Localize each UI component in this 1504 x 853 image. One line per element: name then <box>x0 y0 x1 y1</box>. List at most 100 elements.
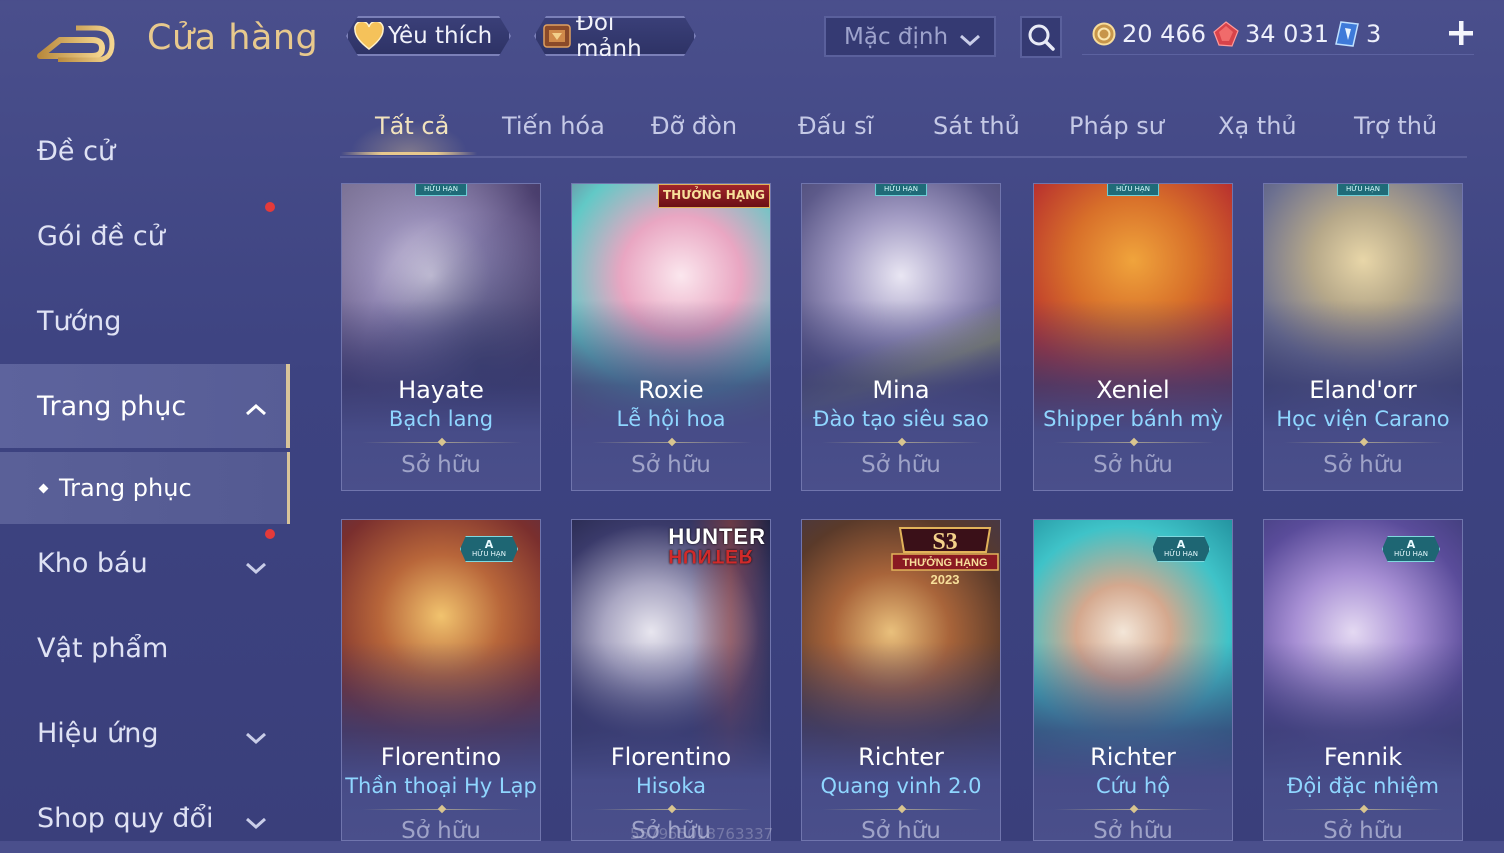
svg-text:S3: S3 <box>932 529 957 555</box>
hero-name: Roxie <box>638 376 704 404</box>
skin-card[interactable]: A HỮU HẠN Fennik Đội đặc nhiệm Sở hữu <box>1263 519 1463 841</box>
voucher-gem-icon <box>1213 21 1239 47</box>
owned-status: Sở hữu <box>631 452 711 478</box>
tab-marksman[interactable]: Xạ thủ <box>1218 112 1297 140</box>
page-title: Cửa hàng <box>147 18 319 58</box>
hero-name: Florentino <box>380 743 502 771</box>
shard-chest-icon <box>542 21 572 51</box>
hero-name: Hayate <box>398 376 484 404</box>
skin-card[interactable]: HUNTER HUNTER Florentino Hisoka Sở hữu <box>571 519 771 841</box>
skin-card[interactable]: S3 THƯỞNG HẠNG 2023 Richter Quang vinh 2… <box>801 519 1001 841</box>
owned-status: Sở hữu <box>401 818 481 841</box>
back-button[interactable] <box>36 22 116 63</box>
sidebar-item-bundles[interactable]: Gói đề cử <box>0 201 290 271</box>
tab-assassin[interactable]: Sát thủ <box>933 112 1020 140</box>
favorite-label: Yêu thích <box>388 23 493 49</box>
currency-divider <box>1082 54 1474 55</box>
heart-icon <box>354 21 384 51</box>
add-currency-button[interactable] <box>1446 18 1476 48</box>
skin-card[interactable]: THƯỞNG HẠNG Roxie Lễ hội hoa Sở hữu <box>571 183 771 491</box>
search-icon <box>1028 24 1055 51</box>
owned-status: Sở hữu <box>1093 818 1173 841</box>
exchange-shards-label: Đổi mảnh <box>576 10 642 62</box>
skin-name: Đội đặc nhiệm <box>1287 774 1439 798</box>
hero-name: Fennik <box>1323 743 1403 771</box>
s3-rank-badge: S3 THƯỞNG HẠNG 2023 <box>891 527 999 586</box>
owned-status: Sở hữu <box>1093 452 1173 478</box>
notification-dot <box>265 529 275 539</box>
skin-name: Lễ hội hoa <box>616 407 726 431</box>
gold-coin-icon <box>1092 22 1116 46</box>
limited-badge: HỮU HẠN <box>1107 184 1159 196</box>
hero-name: Richter <box>858 743 944 771</box>
search-button[interactable] <box>1020 16 1062 58</box>
chevron-down-icon <box>958 28 982 54</box>
gold-balance: 20 466 <box>1092 16 1206 52</box>
sidebar-item-treasure[interactable]: Kho báu <box>0 528 290 598</box>
owned-status: Sở hữu <box>861 818 941 841</box>
watermark: 557955018763337 <box>630 825 774 843</box>
skin-card[interactable]: HỮU HẠN Eland'orr Học viện Carano Sở hữu <box>1263 183 1463 491</box>
chevron-down-icon <box>244 722 268 753</box>
tab-support[interactable]: Trợ thủ <box>1354 112 1437 140</box>
skin-card[interactable]: HỮU HẠN Mina Đào tạo siêu sao Sở hữu <box>801 183 1001 491</box>
tab-mage[interactable]: Pháp sư <box>1069 112 1164 140</box>
active-tab-indicator <box>341 152 477 155</box>
skin-card[interactable]: HỮU HẠN Hayate Bạch lang Sở hữu <box>341 183 541 491</box>
sidebar-item-label: Hiệu ứng <box>37 717 159 749</box>
chevron-up-icon <box>244 394 268 425</box>
limited-badge: HỮU HẠN <box>1337 184 1389 196</box>
sidebar-item-label: Kho báu <box>37 547 148 579</box>
exchange-shards-button[interactable]: Đổi mảnh <box>534 16 696 56</box>
sidebar-item-label: Gói đề cử <box>37 220 165 252</box>
skin-name: Học viện Carano <box>1276 407 1450 431</box>
limited-a-badge: A HỮU HẠN <box>460 536 518 562</box>
tab-tank[interactable]: Đỡ đòn <box>651 112 737 140</box>
sidebar-item-items[interactable]: Vật phẩm <box>0 613 290 683</box>
owned-status: Sở hữu <box>1323 452 1403 478</box>
voucher-balance: 34 031 <box>1213 16 1329 52</box>
ticket-value: 3 <box>1366 20 1382 48</box>
hero-name: Mina <box>872 376 930 404</box>
sidebar-item-skins[interactable]: Trang phục <box>0 364 290 448</box>
skin-name: Bạch lang <box>388 407 494 431</box>
skin-name: Thần thoại Hy Lạp <box>345 774 537 798</box>
tab-all[interactable]: Tất cả <box>375 112 449 140</box>
chevron-down-icon <box>244 552 268 583</box>
limited-a-badge: A HỮU HẠN <box>1152 536 1210 562</box>
sidebar-subitem-skins[interactable]: Trang phục <box>0 452 290 524</box>
sidebar-item-exchange-shop[interactable]: Shop quy đổi <box>0 783 290 853</box>
skin-name: Đào tạo siêu sao <box>813 407 989 431</box>
sidebar-item-effects[interactable]: Hiệu ứng <box>0 698 290 768</box>
hunter-x-hunter-logo: HUNTER HUNTER <box>668 524 766 567</box>
skin-card[interactable]: A HỮU HẠN Florentino Thần thoại Hy Lạp Sở… <box>341 519 541 841</box>
skin-card[interactable]: A HỮU HẠN Richter Cứu hộ Sở hữu <box>1033 519 1233 841</box>
diamond-ticket-icon <box>1334 20 1360 48</box>
owned-status: Sở hữu <box>401 452 481 478</box>
sidebar-item-label: Tướng <box>37 305 122 337</box>
sidebar-item-heroes[interactable]: Tướng <box>0 286 290 356</box>
svg-text:2023: 2023 <box>931 572 960 586</box>
ticket-balance: 3 <box>1334 16 1381 52</box>
rank-badge: THƯỞNG HẠNG <box>658 184 770 208</box>
sidebar-item-label: Vật phẩm <box>37 632 169 664</box>
tab-evolution[interactable]: Tiến hóa <box>502 112 605 140</box>
sidebar-item-label: Đề cử <box>37 135 116 167</box>
sidebar-item-recommended[interactable]: Đề cử <box>0 116 290 186</box>
back-arrow-icon <box>37 25 115 63</box>
sidebar-item-label: Trang phục <box>37 390 187 422</box>
owned-status: Sở hữu <box>1323 818 1403 841</box>
skin-name: Shipper bánh mỳ <box>1043 407 1223 431</box>
hero-name: Xeniel <box>1096 376 1170 404</box>
tab-fighter[interactable]: Đấu sĩ <box>798 112 873 140</box>
chevron-down-icon <box>244 807 268 838</box>
favorite-button[interactable]: Yêu thích <box>346 16 511 56</box>
sort-dropdown[interactable]: Mặc định <box>824 16 996 57</box>
hero-name: Eland'orr <box>1309 376 1417 404</box>
sort-value: Mặc định <box>844 23 949 50</box>
sidebar-subitem-label: Trang phục <box>59 474 192 502</box>
skin-card[interactable]: HỮU HẠN Xeniel Shipper bánh mỳ Sở hữu <box>1033 183 1233 491</box>
svg-text:THƯỞNG HẠNG: THƯỞNG HẠNG <box>902 556 987 569</box>
hero-name: Florentino <box>610 743 732 771</box>
limited-a-badge: A HỮU HẠN <box>1382 536 1440 562</box>
